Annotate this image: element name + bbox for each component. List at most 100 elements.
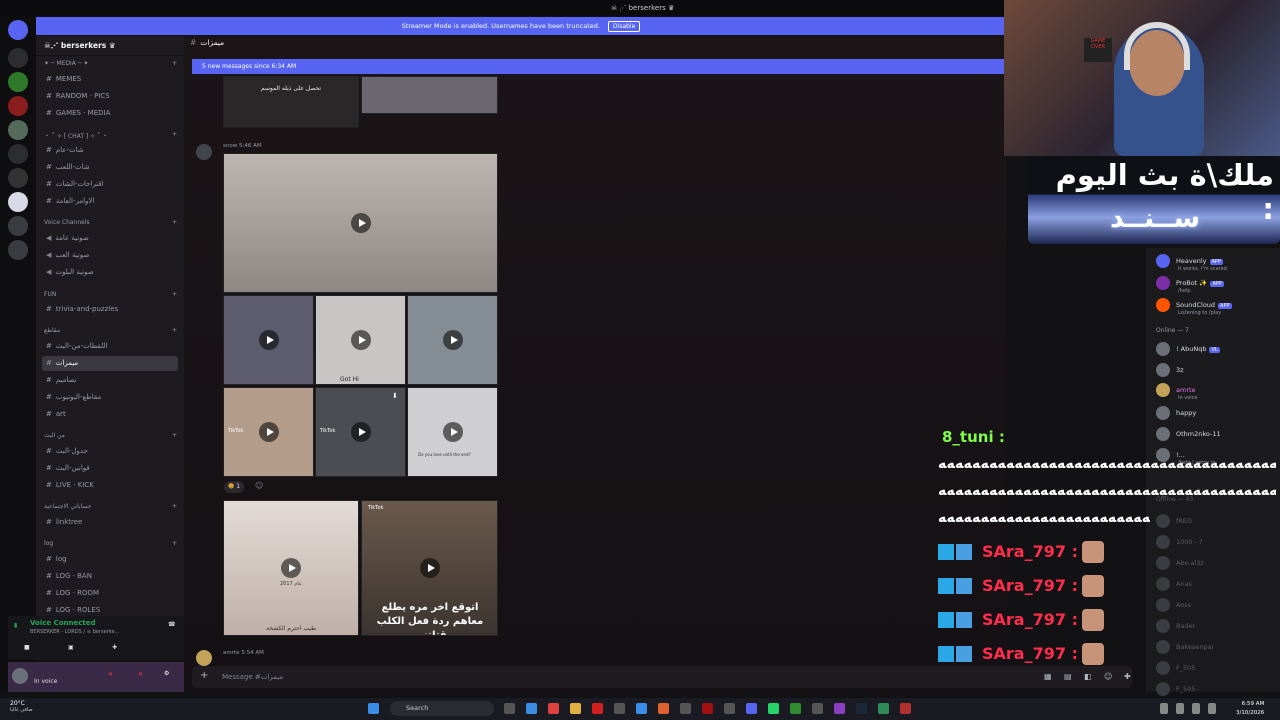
channel-memes[interactable]: # MEMES — [42, 72, 178, 87]
tray-chevron-icon[interactable] — [1160, 703, 1168, 714]
channel-log[interactable]: # log — [42, 552, 178, 567]
channel-memes-active[interactable]: # ميمزات — [42, 356, 178, 371]
youtube-icon[interactable] — [592, 703, 603, 714]
steam-icon[interactable] — [856, 703, 867, 714]
channel-schedule[interactable]: # جدول-البث — [42, 444, 178, 459]
taskbar-clock[interactable]: 6:59 AM 3/10/2026 — [1236, 700, 1264, 718]
weather-widget[interactable]: 20°C صافي غالبا — [10, 700, 33, 713]
member-online[interactable]: ! AbuNqb VL — [1156, 342, 1220, 356]
voice-channel-baloot[interactable]: ◀ صوتية البلوت — [42, 265, 178, 280]
play-icon[interactable] — [350, 422, 371, 442]
app-icon[interactable] — [834, 703, 845, 714]
category-media[interactable]: ✦ ─ MEDIA ─ ✦ + — [44, 60, 177, 67]
server-header[interactable]: ☠⋰ berserkers ♛ — [36, 36, 184, 56]
category-fun[interactable]: FUN + — [44, 291, 177, 298]
video-attachment[interactable] — [223, 153, 498, 293]
member-offline[interactable]: Abo.al3z — [1156, 556, 1204, 570]
channel-linktree[interactable]: # linktree — [42, 515, 178, 530]
gif-icon[interactable]: ▤ — [1064, 672, 1072, 681]
member-bot[interactable]: ProBot ✨ APP/help — [1156, 276, 1224, 294]
video-attachment[interactable]: 2017 عام طيب احترم الكشخة — [223, 500, 359, 636]
app-icon[interactable] — [548, 703, 559, 714]
member-online[interactable]: Othm2nko-11 — [1156, 427, 1221, 441]
file-explorer-icon[interactable] — [570, 703, 581, 714]
disconnect-icon[interactable]: ☎ — [168, 621, 175, 628]
camera-icon[interactable]: ■ — [24, 644, 30, 651]
member-offline[interactable]: Bakesenpai — [1156, 640, 1213, 654]
avatar[interactable] — [12, 668, 28, 684]
message-author[interactable]: amrte 5:54 AM — [223, 650, 264, 656]
server-icon[interactable] — [8, 72, 28, 92]
video-attachment[interactable]: TikTok ⬇ — [315, 387, 406, 477]
category-socials[interactable]: حساباتي الاجتماعية + — [44, 503, 177, 510]
channel-designs[interactable]: # تصاميم — [42, 373, 178, 388]
wifi-icon[interactable] — [1176, 703, 1184, 714]
member-offline[interactable]: F_505 — [1156, 682, 1195, 696]
channel-rules[interactable]: # قوانين-البث — [42, 461, 178, 476]
channel-random-pics[interactable]: # RANDOM · PICS — [42, 89, 178, 104]
channel-suggestions[interactable]: # اقتراحات-الشات — [42, 177, 178, 192]
channel-art[interactable]: # art — [42, 407, 178, 422]
image-attachment[interactable] — [361, 76, 498, 114]
sticker-icon[interactable]: ◧ — [1084, 672, 1092, 681]
category-clips[interactable]: مقاطع + — [44, 327, 177, 334]
mute-icon[interactable]: ✕ — [108, 671, 113, 678]
apps-icon[interactable]: ✚ — [1124, 672, 1131, 681]
category-stream[interactable]: من البث + — [44, 432, 177, 439]
task-view-icon[interactable] — [504, 703, 515, 714]
play-icon[interactable] — [442, 422, 463, 442]
app-icon[interactable] — [878, 703, 889, 714]
video-attachment[interactable]: Got Hi — [315, 295, 406, 385]
play-icon[interactable] — [419, 558, 440, 578]
image-attachment[interactable]: تحصل على ذيله الموسم — [223, 76, 359, 128]
play-icon[interactable] — [258, 422, 279, 442]
activities-icon[interactable]: ✚ — [112, 644, 117, 651]
member-online[interactable]: 3z — [1156, 363, 1184, 377]
member-offline[interactable]: fRED — [1156, 514, 1192, 528]
video-attachment[interactable]: TikTok — [223, 387, 314, 477]
avatar[interactable] — [196, 144, 212, 160]
video-attachment[interactable]: TikTok اتوقع اخر مره يطلع معاهم ردة فعل … — [361, 500, 498, 636]
message-author[interactable]: snow 5:46 AM — [223, 143, 262, 149]
app-icon[interactable] — [680, 703, 691, 714]
server-icon[interactable] — [8, 96, 28, 116]
deafen-icon[interactable]: ✕ — [138, 671, 143, 678]
channel-youtube[interactable]: # مقاطع-اليوتيوب — [42, 390, 178, 405]
play-icon[interactable] — [442, 330, 463, 350]
channel-live-kick[interactable]: # LIVE · KICK — [42, 478, 178, 493]
discover-icon[interactable] — [8, 240, 28, 260]
member-offline[interactable]: F_505 — [1156, 661, 1195, 675]
play-icon[interactable] — [350, 213, 371, 233]
add-server-icon[interactable] — [8, 216, 28, 236]
app-icon[interactable] — [614, 703, 625, 714]
channel-commands[interactable]: # الاوامر-العامة — [42, 194, 178, 209]
server-icon-active[interactable] — [8, 192, 28, 212]
server-icon[interactable] — [8, 120, 28, 140]
app-icon[interactable] — [636, 703, 647, 714]
member-offline[interactable]: Bader — [1156, 619, 1195, 633]
volume-icon[interactable] — [1192, 703, 1200, 714]
server-icon[interactable] — [8, 144, 28, 164]
avatar[interactable] — [196, 650, 212, 666]
category-log[interactable]: log + — [44, 540, 177, 547]
taskbar-search[interactable]: Search — [390, 701, 494, 716]
add-attachment-icon[interactable]: + — [200, 670, 208, 681]
member-bot[interactable]: SoundCloud APP Listening to /play — [1156, 298, 1232, 316]
add-reaction-icon[interactable]: ☺ — [255, 481, 263, 490]
play-icon[interactable] — [258, 330, 279, 350]
channel-general[interactable]: # شات-عام — [42, 143, 178, 158]
download-icon[interactable]: ⬇ — [392, 392, 398, 400]
discord-home-icon[interactable] — [8, 20, 28, 40]
member-offline[interactable]: Anas — [1156, 577, 1192, 591]
disable-button[interactable]: Disable — [608, 21, 641, 32]
member-offline[interactable]: Aoss — [1156, 598, 1191, 612]
gift-icon[interactable]: ▦ — [1044, 672, 1052, 681]
settings-icon[interactable]: ⚙ — [164, 670, 169, 677]
app-icon[interactable] — [702, 703, 713, 714]
server-icon[interactable] — [8, 168, 28, 188]
channel-gaming[interactable]: # شات-اللعب — [42, 160, 178, 175]
new-messages-bar[interactable]: 5 new messages since 6:34 AM — [192, 59, 1006, 74]
battery-icon[interactable] — [1208, 703, 1216, 714]
play-icon[interactable] — [350, 330, 371, 350]
channel-trivia[interactable]: # trivia-and-puzzles — [42, 302, 178, 317]
